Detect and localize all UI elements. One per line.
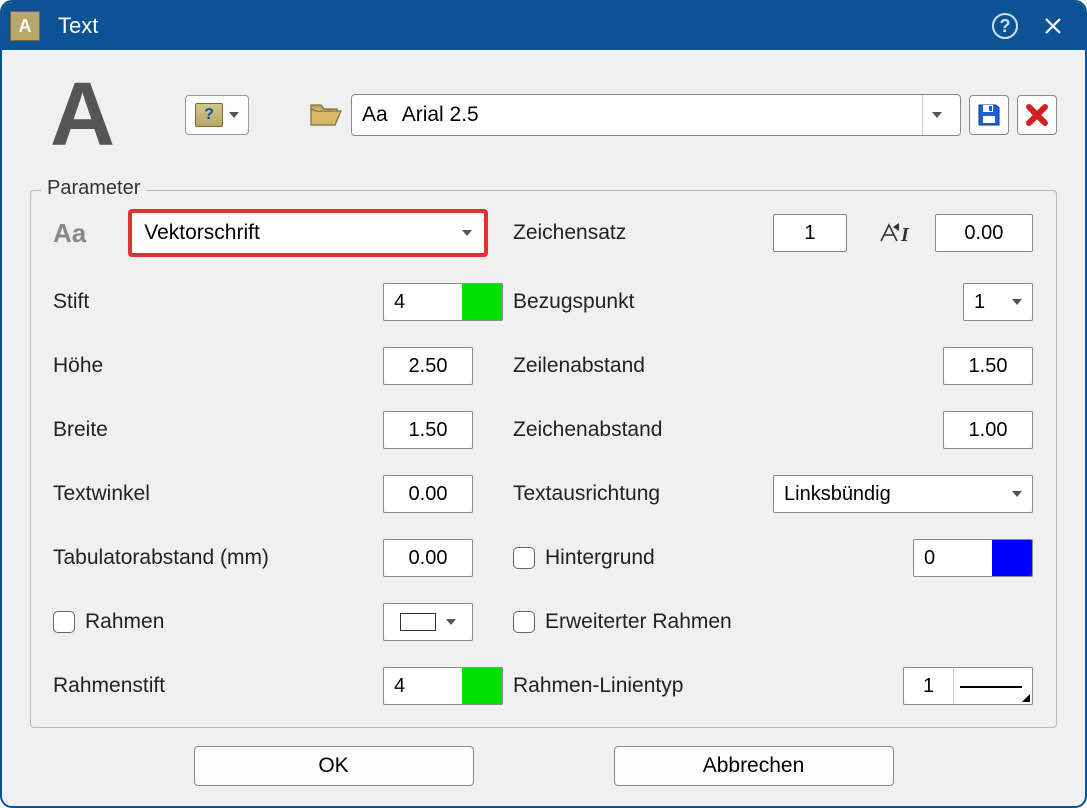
frame-checkbox[interactable] bbox=[53, 611, 75, 633]
preset-label: Arial 2.5 bbox=[402, 103, 479, 127]
framepen-input[interactable]: 4 bbox=[383, 667, 503, 705]
background-label: Hintergrund bbox=[545, 546, 655, 570]
extframe-checkbox[interactable] bbox=[513, 611, 535, 633]
dialog-content: A ? Aa Arial 2.5 bbox=[2, 50, 1085, 808]
background-color-swatch bbox=[992, 540, 1032, 576]
save-preset-button[interactable] bbox=[969, 95, 1009, 135]
linespacing-input[interactable]: 1.50 bbox=[943, 347, 1033, 385]
dialog-buttons: OK Abbrechen bbox=[30, 728, 1057, 802]
frameline-label: Rahmen-Linientyp bbox=[513, 674, 773, 698]
charspacing-input[interactable]: 1.00 bbox=[943, 411, 1033, 449]
textangle-input[interactable]: 0.00 bbox=[383, 475, 473, 513]
chevron-down-icon bbox=[446, 619, 456, 625]
book-icon: ? bbox=[195, 103, 223, 127]
framepen-color-swatch bbox=[462, 668, 502, 704]
charset-input[interactable]: 1 bbox=[773, 214, 847, 252]
window-title: Text bbox=[58, 13, 981, 39]
delete-icon bbox=[1024, 102, 1050, 128]
tab-input[interactable]: 0.00 bbox=[383, 539, 473, 577]
background-color-input[interactable]: 0 bbox=[913, 539, 1033, 577]
italic-angle-input[interactable]: 0.00 bbox=[935, 214, 1033, 252]
top-toolbar: A ? Aa Arial 2.5 bbox=[30, 70, 1057, 160]
line-preview-icon bbox=[954, 668, 1032, 704]
text-tool-icon: A bbox=[50, 70, 115, 160]
textalign-label: Textausrichtung bbox=[513, 482, 773, 506]
app-icon: A bbox=[10, 11, 40, 41]
cancel-button[interactable]: Abbrechen bbox=[614, 746, 894, 786]
close-icon bbox=[1044, 17, 1062, 35]
height-label: Höhe bbox=[53, 354, 383, 378]
chevron-down-icon bbox=[1012, 491, 1022, 497]
font-type-value: Vektorschrift bbox=[144, 221, 260, 245]
rectangle-icon bbox=[400, 613, 436, 631]
preset-select[interactable]: Aa Arial 2.5 bbox=[351, 94, 961, 136]
parameter-group: Parameter Aa Vektorschrift Zeichensatz 1 bbox=[30, 190, 1057, 728]
charset-label: Zeichensatz bbox=[513, 221, 773, 245]
preset-prefix: Aa bbox=[362, 103, 388, 127]
pen-input[interactable]: 4 bbox=[383, 283, 503, 321]
help-icon: ? bbox=[992, 13, 1018, 39]
linespacing-label: Zeilenabstand bbox=[513, 354, 773, 378]
save-icon bbox=[976, 102, 1002, 128]
dialog-window: A Text ? A ? Aa Arial 2.5 bbox=[0, 0, 1087, 808]
font-type-select[interactable]: Vektorschrift bbox=[128, 209, 488, 257]
width-label: Breite bbox=[53, 418, 383, 442]
aa-icon: Aa bbox=[53, 218, 86, 249]
chevron-down-icon bbox=[462, 230, 472, 236]
textalign-select[interactable]: Linksbündig bbox=[773, 475, 1033, 513]
width-input[interactable]: 1.50 bbox=[383, 411, 473, 449]
help-button[interactable]: ? bbox=[981, 2, 1029, 50]
preset-row: Aa Arial 2.5 bbox=[309, 94, 1057, 136]
textangle-label: Textwinkel bbox=[53, 482, 383, 506]
close-button[interactable] bbox=[1029, 2, 1077, 50]
group-title: Parameter bbox=[41, 177, 146, 200]
chevron-down-icon bbox=[1012, 299, 1022, 305]
frame-label: Rahmen bbox=[85, 610, 164, 634]
titlebar: A Text ? bbox=[2, 2, 1085, 50]
framepen-label: Rahmenstift bbox=[53, 674, 383, 698]
svg-text:I: I bbox=[900, 224, 910, 245]
italic-angle-icon: I bbox=[879, 221, 923, 245]
charspacing-label: Zeichenabstand bbox=[513, 418, 773, 442]
chevron-down-icon bbox=[229, 112, 239, 118]
pen-label: Stift bbox=[53, 290, 383, 314]
frameline-select[interactable]: 1 bbox=[903, 667, 1033, 705]
height-input[interactable]: 2.50 bbox=[383, 347, 473, 385]
refpoint-select[interactable]: 1 bbox=[963, 283, 1033, 321]
background-checkbox[interactable] bbox=[513, 547, 535, 569]
extframe-label: Erweiterter Rahmen bbox=[545, 610, 732, 634]
ok-button[interactable]: OK bbox=[194, 746, 474, 786]
frame-type-select[interactable] bbox=[383, 603, 473, 641]
parameter-grid: Aa Vektorschrift Zeichensatz 1 I bbox=[53, 209, 1034, 705]
delete-preset-button[interactable] bbox=[1017, 95, 1057, 135]
refpoint-label: Bezugspunkt bbox=[513, 290, 773, 314]
pen-color-swatch bbox=[462, 284, 502, 320]
chevron-down-icon bbox=[932, 112, 942, 118]
catalog-dropdown[interactable]: ? bbox=[185, 95, 249, 135]
tab-label: Tabulatorabstand (mm) bbox=[53, 546, 383, 570]
folder-open-icon[interactable] bbox=[309, 101, 343, 129]
